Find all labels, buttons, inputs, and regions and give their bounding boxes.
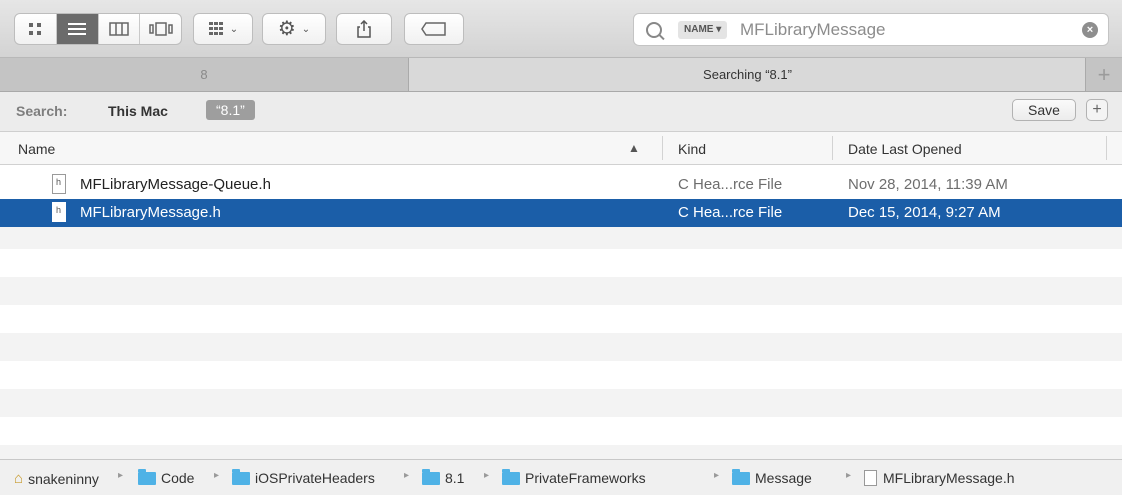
column-view-button[interactable] xyxy=(99,14,141,44)
columns-icon xyxy=(109,22,129,36)
home-icon: ⌂ xyxy=(14,470,24,487)
file-kind: C Hea...rce File xyxy=(678,176,783,193)
path-item-code[interactable]: Code xyxy=(138,468,195,486)
chevron-down-icon: ⌄ xyxy=(301,23,311,35)
path-separator-icon: ▸ xyxy=(118,470,124,481)
tags-button[interactable] xyxy=(404,13,464,45)
table-row[interactable]: MFLibraryMessage-Queue.h C Hea...rce Fil… xyxy=(0,171,1122,199)
search-input[interactable] xyxy=(738,17,1072,43)
tab-bar: 8 Searching “8.1” + xyxy=(0,58,1122,92)
folder-icon xyxy=(138,468,156,485)
column-divider[interactable] xyxy=(1106,136,1107,160)
path-separator-icon: ▸ xyxy=(714,470,720,481)
icon-view-button[interactable] xyxy=(15,14,57,44)
path-bar: ⌂ snakeninny ▸ Code ▸ iOSPrivateHeaders … xyxy=(0,459,1122,495)
file-kind: C Hea...rce File xyxy=(678,204,783,221)
header-file-icon xyxy=(864,470,877,486)
sort-ascending-icon: ▲ xyxy=(628,141,640,155)
file-date: Dec 15, 2014, 9:27 AM xyxy=(848,204,1001,221)
table-row-selected[interactable]: MFLibraryMessage.h C Hea...rce File Dec … xyxy=(0,199,1122,227)
toolbar: ⌄ ⚙ ⌄ NAME ▾ × xyxy=(0,0,1122,58)
column-header-name[interactable]: Name xyxy=(18,141,55,157)
path-item-iosprivateheaders[interactable]: iOSPrivateHeaders xyxy=(232,468,375,486)
tag-icon xyxy=(421,22,446,36)
folder-icon xyxy=(422,468,440,485)
path-separator-icon: ▸ xyxy=(404,470,410,481)
action-button[interactable]: ⚙ ⌄ xyxy=(262,13,326,45)
header-file-icon xyxy=(52,174,66,194)
path-item-8-1[interactable]: 8.1 xyxy=(422,468,465,486)
arrange-button[interactable]: ⌄ xyxy=(193,13,253,45)
column-header-kind[interactable]: Kind xyxy=(678,141,706,157)
share-icon xyxy=(357,20,371,38)
column-header-row: Name ▲ Kind Date Last Opened xyxy=(0,132,1122,165)
path-label: iOSPrivateHeaders xyxy=(255,470,375,486)
empty-row xyxy=(0,389,1122,417)
header-file-icon xyxy=(52,202,66,222)
path-label: PrivateFrameworks xyxy=(525,470,646,486)
path-separator-icon: ▸ xyxy=(214,470,220,481)
chevron-down-icon: ⌄ xyxy=(229,23,239,35)
folder-icon xyxy=(502,468,520,485)
view-mode-segmented-control[interactable] xyxy=(14,13,182,45)
empty-row xyxy=(0,445,1122,459)
folder-icon xyxy=(232,468,250,485)
file-list: MFLibraryMessage-Queue.h C Hea...rce Fil… xyxy=(0,165,1122,459)
search-scope-label: Search: xyxy=(16,103,68,119)
path-label: Message xyxy=(755,470,812,486)
path-label: MFLibraryMessage.h xyxy=(883,470,1015,486)
save-search-button[interactable]: Save xyxy=(1012,99,1076,121)
path-item-file[interactable]: MFLibraryMessage.h xyxy=(864,470,1015,486)
column-divider[interactable] xyxy=(832,136,833,160)
path-separator-icon: ▸ xyxy=(846,470,852,481)
search-icon xyxy=(646,22,662,38)
cover-flow-icon xyxy=(148,22,173,36)
tab-8[interactable]: 8 xyxy=(0,58,409,91)
file-name: MFLibraryMessage.h xyxy=(80,204,221,221)
folder-icon xyxy=(732,468,750,485)
grid-icon xyxy=(29,23,42,35)
file-name: MFLibraryMessage-Queue.h xyxy=(80,176,271,193)
column-header-date[interactable]: Date Last Opened xyxy=(848,141,962,157)
list-icon xyxy=(68,23,87,35)
file-date: Nov 28, 2014, 11:39 AM xyxy=(848,176,1008,193)
empty-row xyxy=(0,333,1122,361)
arrange-grid-icon xyxy=(208,22,223,35)
path-item-privateframeworks[interactable]: PrivateFrameworks xyxy=(502,468,646,486)
path-separator-icon: ▸ xyxy=(484,470,490,481)
scope-this-mac[interactable]: This Mac xyxy=(108,103,168,119)
path-item-home[interactable]: ⌂ snakeninny xyxy=(14,470,99,487)
gear-icon: ⚙ xyxy=(277,18,296,40)
share-button[interactable] xyxy=(336,13,392,45)
path-label: Code xyxy=(161,470,195,486)
cover-flow-view-button[interactable] xyxy=(140,14,181,44)
new-tab-button[interactable]: + xyxy=(1085,58,1122,91)
path-label: snakeninny xyxy=(28,470,99,487)
column-divider[interactable] xyxy=(662,136,663,160)
list-view-button[interactable] xyxy=(56,14,99,44)
search-name-token[interactable]: NAME ▾ xyxy=(678,21,728,39)
tab-searching[interactable]: Searching “8.1” xyxy=(409,58,1086,91)
search-field[interactable]: NAME ▾ × xyxy=(633,13,1109,46)
search-scope-bar: Search: This Mac “8.1” Save + xyxy=(0,92,1122,132)
add-criteria-button[interactable]: + xyxy=(1086,99,1108,121)
empty-row xyxy=(0,277,1122,305)
path-item-message[interactable]: Message xyxy=(732,468,812,486)
clear-search-icon[interactable]: × xyxy=(1082,22,1098,38)
path-label: 8.1 xyxy=(445,470,465,486)
scope-current-folder[interactable]: “8.1” xyxy=(206,100,255,120)
